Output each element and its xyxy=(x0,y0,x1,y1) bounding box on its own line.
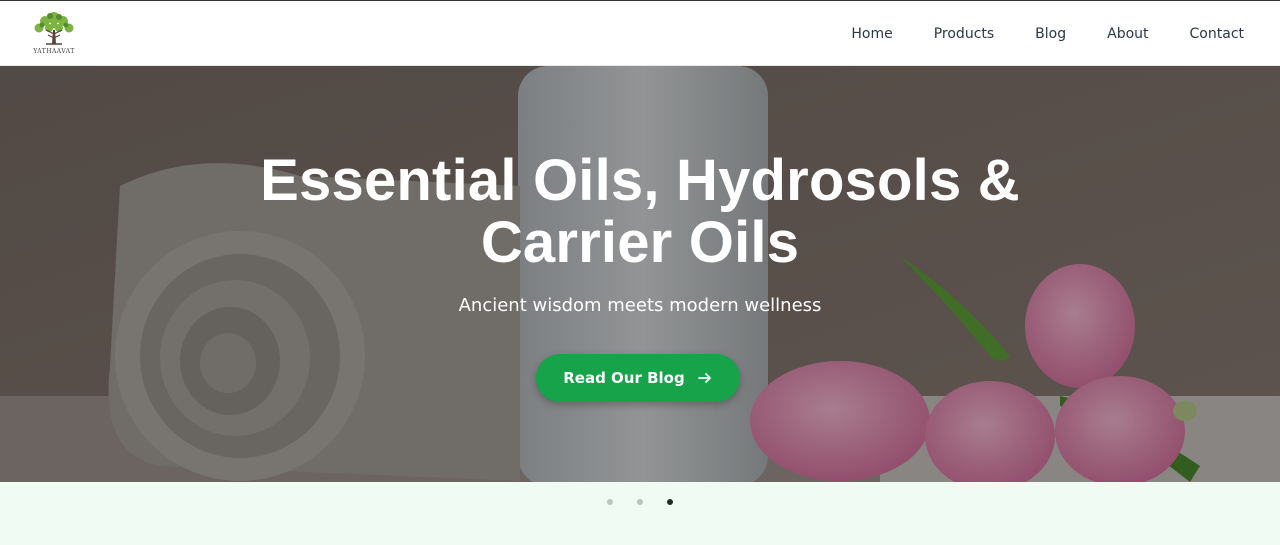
nav-item-contact[interactable]: Contact xyxy=(1190,26,1244,42)
carousel-dot-3[interactable] xyxy=(667,499,673,505)
hero-title-line2: Carrier Oils xyxy=(480,210,800,275)
carousel-dot-2[interactable] xyxy=(637,499,643,505)
carousel-dots xyxy=(0,482,1280,522)
logo-wordmark: YATHAAVAT xyxy=(33,48,75,55)
hero-title: Essential Oils, Hydrosols & Carrier Oils xyxy=(190,150,1090,274)
brand-logo[interactable]: YATHAAVAT xyxy=(26,8,82,60)
carousel-dot-1[interactable] xyxy=(607,499,613,505)
nav-item-about[interactable]: About xyxy=(1107,26,1148,42)
main-nav: Home Products Blog About Contact xyxy=(810,1,1244,67)
nav-item-products[interactable]: Products xyxy=(934,26,994,42)
read-blog-label: Read Our Blog xyxy=(563,369,685,387)
nav-item-home[interactable]: Home xyxy=(851,26,892,42)
tree-logo-icon xyxy=(34,12,74,45)
hero-subtitle: Ancient wisdom meets modern wellness xyxy=(458,295,822,316)
hero-title-line1: Essential Oils, Hydrosols & xyxy=(260,148,1020,213)
hero-carousel: Essential Oils, Hydrosols & Carrier Oils… xyxy=(0,66,1280,482)
nav-item-blog[interactable]: Blog xyxy=(1035,26,1066,42)
arrow-right-icon xyxy=(697,373,711,383)
site-header: YATHAAVAT Home Products Blog About Conta… xyxy=(0,0,1280,66)
read-blog-button[interactable]: Read Our Blog xyxy=(536,354,740,402)
